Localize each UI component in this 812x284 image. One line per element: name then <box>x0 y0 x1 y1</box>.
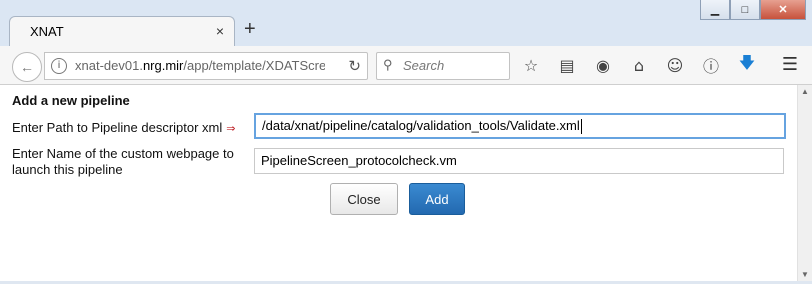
url-text: xnat-dev01.nrg.mir/app/template/XDATScre <box>75 58 325 73</box>
required-arrow-icon: ⇒ <box>226 122 236 135</box>
maximize-button[interactable]: □ <box>730 0 760 20</box>
scroll-up-icon[interactable]: ▲ <box>801 87 809 96</box>
bookmark-star-icon[interactable]: ☆ <box>520 54 542 76</box>
page-title: Add a new pipeline <box>12 93 130 108</box>
chat-icon[interactable]: ☺ <box>664 54 686 76</box>
path-label: Enter Path to Pipeline descriptor xml ⇒ <box>12 120 236 135</box>
reading-list-icon[interactable]: ▤ <box>556 54 578 76</box>
hamburger-menu-icon[interactable]: ☰ <box>782 54 798 75</box>
close-button[interactable]: Close <box>330 183 398 215</box>
back-icon[interactable]: ← <box>12 52 42 82</box>
reload-icon[interactable]: ↻ <box>348 57 361 75</box>
home-icon[interactable]: ⌂ <box>628 54 650 76</box>
title-bar: XNAT × + ▁ □ ✕ <box>0 0 812 47</box>
close-window-button[interactable]: ✕ <box>760 0 806 20</box>
vertical-scrollbar[interactable]: ▲ ▼ <box>797 85 812 281</box>
new-tab-icon[interactable]: + <box>244 18 256 40</box>
tab-close-icon[interactable]: × <box>216 23 224 39</box>
search-placeholder: Search <box>403 58 445 73</box>
nav-toolbar: ← i xnat-dev01.nrg.mir/app/template/XDAT… <box>0 46 812 85</box>
webpage-name-input[interactable]: PipelineScreen_protocolcheck.vm <box>254 148 784 174</box>
descriptor-path-input[interactable]: /data/xnat/pipeline/catalog/validation_t… <box>254 113 786 139</box>
browser-tab[interactable]: XNAT × <box>9 16 235 47</box>
text-cursor <box>580 119 582 135</box>
page-content: Add a new pipeline Enter Path to Pipelin… <box>0 85 798 281</box>
pocket-icon[interactable]: ◉ <box>592 54 614 76</box>
window-controls: ▁ □ ✕ <box>700 0 806 20</box>
minimize-button[interactable]: ▁ <box>700 0 730 20</box>
add-button[interactable]: Add <box>409 183 465 215</box>
tab-title: XNAT <box>30 24 64 39</box>
info-icon[interactable]: i <box>51 58 67 74</box>
alert-icon[interactable]: ⓘ <box>700 54 722 76</box>
search-input[interactable]: ⚲ Search <box>376 52 510 80</box>
webpage-label: Enter Name of the custom webpage to laun… <box>12 146 234 177</box>
download-icon[interactable]: 🡇 <box>736 53 758 76</box>
scroll-down-icon[interactable]: ▼ <box>801 270 809 279</box>
url-bar[interactable]: i xnat-dev01.nrg.mir/app/template/XDATSc… <box>44 52 368 80</box>
toolbar-icons: ☆ ▤ ◉ ⌂ ☺ ⓘ 🡇 <box>520 53 758 77</box>
search-icon: ⚲ <box>383 57 393 72</box>
